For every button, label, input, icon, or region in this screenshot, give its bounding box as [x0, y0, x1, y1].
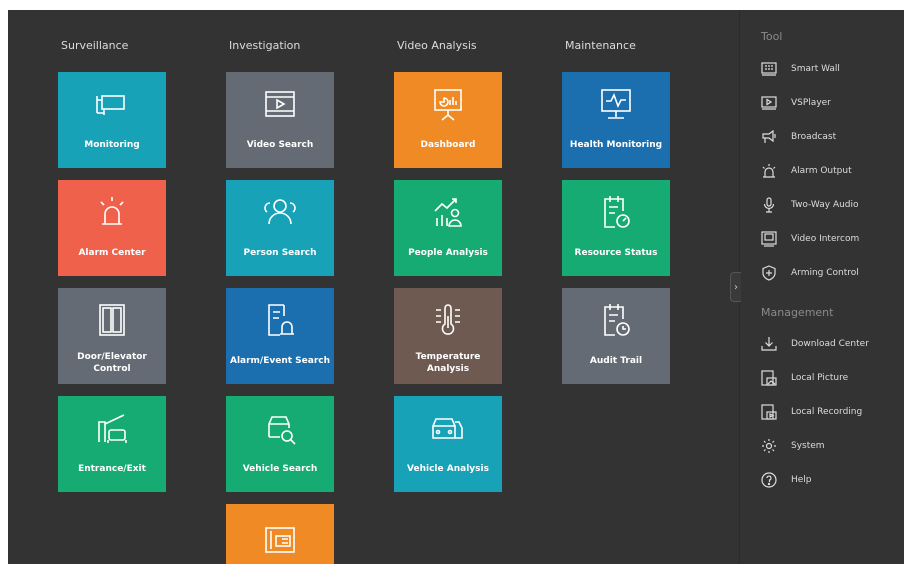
sidebar-item-label: Download Center: [791, 339, 869, 349]
help-icon: [759, 471, 779, 489]
alarm-event-search-label: Alarm/Event Search: [229, 356, 331, 366]
sidebar-item-label: System: [791, 441, 825, 451]
barrier-gate-icon: [58, 410, 166, 446]
gear-icon: [759, 437, 779, 455]
temperature-analysis-label: Temperature Analysis: [415, 352, 481, 374]
alarm-center-tile[interactable]: Alarm Center: [58, 180, 166, 276]
id-card-icon: [226, 522, 334, 558]
document-clock-icon: [562, 302, 670, 338]
person-search-tile[interactable]: Person Search: [226, 180, 334, 276]
vehicle-analysis-label: Vehicle Analysis: [407, 464, 489, 474]
broadcast-icon: [759, 128, 779, 146]
door-elevator-control-label: Door/Elevator Control: [77, 352, 147, 374]
intercom-icon: [759, 230, 779, 248]
car-search-icon: [226, 410, 334, 446]
vehicle-analysis-tile[interactable]: Vehicle Analysis: [394, 396, 502, 492]
download-icon: [759, 335, 779, 353]
vehicles-icon: [394, 410, 502, 446]
column-title-surveillance: Surveillance: [61, 39, 129, 52]
sidebar-item-two-way-audio[interactable]: Two-Way Audio: [759, 194, 899, 216]
sidebar-item-alarm-output[interactable]: Alarm Output: [759, 160, 899, 182]
health-monitoring-label: Health Monitoring: [569, 140, 663, 150]
resource-status-tile[interactable]: Resource Status: [562, 180, 670, 276]
dashboard-tile[interactable]: Dashboard: [394, 72, 502, 168]
monitoring-tile[interactable]: Monitoring: [58, 72, 166, 168]
people-icon: [226, 194, 334, 230]
collapse-sidebar-button[interactable]: ›: [730, 272, 741, 302]
smart-wall-icon: [759, 60, 779, 78]
alarm-center-label: Alarm Center: [78, 248, 146, 258]
alarm-event-search-tile[interactable]: Alarm/Event Search: [226, 288, 334, 384]
entrance-exit-tile[interactable]: Entrance/Exit: [58, 396, 166, 492]
sidebar-item-label: VSPlayer: [791, 98, 831, 108]
shield-icon: [759, 264, 779, 282]
sidebar-item-local-recording[interactable]: Local Recording: [759, 401, 899, 423]
alarm-light-icon: [58, 194, 166, 230]
monitoring-label: Monitoring: [84, 140, 140, 150]
entrance-exit-label: Entrance/Exit: [78, 464, 146, 474]
sidebar-item-label: Help: [791, 475, 812, 485]
health-monitoring-tile[interactable]: Health Monitoring: [562, 72, 670, 168]
picture-icon: [759, 369, 779, 387]
column-title-maintenance: Maintenance: [565, 39, 636, 52]
sidebar-item-label: Arming Control: [791, 268, 859, 278]
recording-icon: [759, 403, 779, 421]
camera-icon: [58, 86, 166, 122]
management-section-title: Management: [761, 306, 834, 319]
id-card-tile[interactable]: [226, 504, 334, 564]
sidebar-item-label: Video Intercom: [791, 234, 860, 244]
vehicle-search-tile[interactable]: Vehicle Search: [226, 396, 334, 492]
door-icon: [58, 302, 166, 338]
monitor-pulse-icon: [562, 86, 670, 122]
alarm-output-icon: [759, 162, 779, 180]
sidebar-item-label: Alarm Output: [791, 166, 852, 176]
column-title-video-analysis: Video Analysis: [397, 39, 477, 52]
thermometer-icon: [394, 302, 502, 338]
sidebar-item-label: Smart Wall: [791, 64, 840, 74]
audit-trail-label: Audit Trail: [589, 356, 643, 366]
sidebar-item-arming-control[interactable]: Arming Control: [759, 262, 899, 284]
sidebar-item-download-center[interactable]: Download Center: [759, 333, 899, 355]
person-search-label: Person Search: [243, 248, 317, 258]
document-gauge-icon: [562, 194, 670, 230]
app-window: Surveillance Investigation Video Analysi…: [8, 10, 904, 564]
sidebar-item-label: Local Recording: [791, 407, 863, 417]
dashboard-label: Dashboard: [420, 140, 476, 150]
audit-trail-tile[interactable]: Audit Trail: [562, 288, 670, 384]
sidebar-item-system[interactable]: System: [759, 435, 899, 457]
video-file-icon: [226, 86, 334, 122]
sidebar-item-label: Local Picture: [791, 373, 849, 383]
sidebar-item-label: Broadcast: [791, 132, 837, 142]
sidebar-item-smart-wall[interactable]: Smart Wall: [759, 58, 899, 80]
people-analysis-tile[interactable]: People Analysis: [394, 180, 502, 276]
video-search-tile[interactable]: Video Search: [226, 72, 334, 168]
sidebar-item-vsplayer[interactable]: VSPlayer: [759, 92, 899, 114]
alarm-document-icon: [226, 302, 334, 338]
temperature-analysis-tile[interactable]: Temperature Analysis: [394, 288, 502, 384]
sidebar-item-broadcast[interactable]: Broadcast: [759, 126, 899, 148]
tool-section-title: Tool: [761, 30, 783, 43]
resource-status-label: Resource Status: [574, 248, 658, 258]
microphone-icon: [759, 196, 779, 214]
column-title-investigation: Investigation: [229, 39, 301, 52]
sidebar-item-video-intercom[interactable]: Video Intercom: [759, 228, 899, 250]
video-search-label: Video Search: [246, 140, 314, 150]
door-elevator-control-tile[interactable]: Door/Elevator Control: [58, 288, 166, 384]
sidebar-item-local-picture[interactable]: Local Picture: [759, 367, 899, 389]
presentation-chart-icon: [394, 86, 502, 122]
people-chart-icon: [394, 194, 502, 230]
people-analysis-label: People Analysis: [408, 248, 488, 258]
sidebar-item-label: Two-Way Audio: [791, 200, 859, 210]
player-icon: [759, 94, 779, 112]
sidebar-item-help[interactable]: Help: [759, 469, 899, 491]
vehicle-search-label: Vehicle Search: [242, 464, 318, 474]
